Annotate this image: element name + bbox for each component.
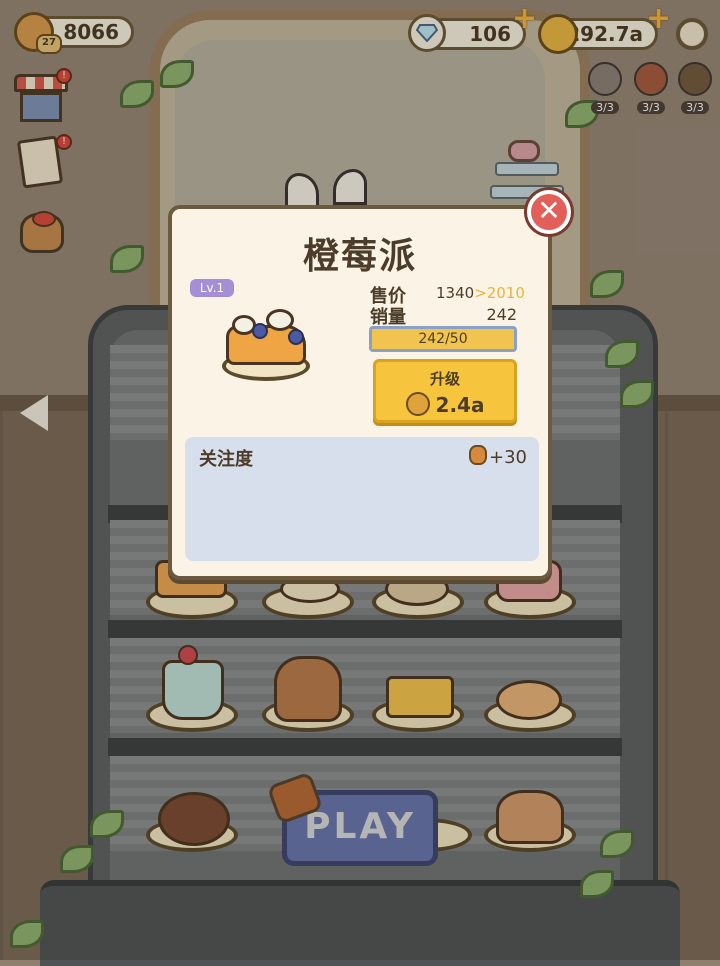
coin-icon bbox=[405, 392, 430, 416]
sales-value: 242 bbox=[486, 305, 517, 324]
close-dialog-button[interactable]: ✕ bbox=[527, 190, 571, 234]
upgrade-label: 升级 bbox=[429, 370, 460, 388]
attention-panel: 关注度 +30 bbox=[185, 437, 539, 561]
price-next: 2010 bbox=[486, 284, 525, 302]
attention-label: 关注度 bbox=[199, 449, 253, 470]
item-title: 橙莓派 bbox=[302, 236, 417, 277]
upgrade-cost-value: 2.4a bbox=[435, 393, 485, 417]
bread-icon bbox=[469, 445, 487, 465]
upgrade-button[interactable]: 升级 2.4a bbox=[373, 359, 517, 423]
sales-progress-bar: 242/50 bbox=[369, 326, 517, 352]
price-values: 1340>2010 bbox=[436, 284, 525, 302]
sales-progress-text: 242/50 bbox=[418, 331, 468, 347]
attention-value-text: +30 bbox=[489, 447, 527, 468]
item-detail-dialog: 橙莓派 Lv.1 售价 1340>2010 销量 242 242/50 升级 2… bbox=[168, 205, 552, 580]
upgrade-cost: 2.4a bbox=[376, 392, 514, 417]
attention-value: +30 bbox=[469, 445, 527, 468]
orange-berry-pie-image bbox=[218, 299, 318, 394]
price-arrow: > bbox=[474, 284, 487, 302]
price-current: 1340 bbox=[436, 284, 475, 302]
item-level-badge: Lv.1 bbox=[190, 279, 234, 297]
